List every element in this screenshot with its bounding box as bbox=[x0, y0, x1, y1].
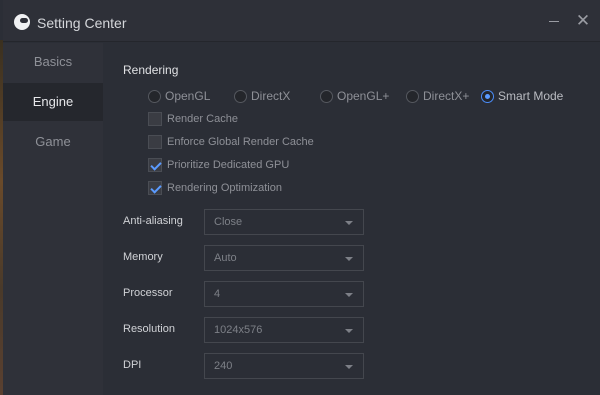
radio-opengl[interactable]: OpenGL bbox=[148, 88, 210, 104]
checkbox-label: Prioritize Dedicated GPU bbox=[167, 159, 290, 171]
processor-label: Processor bbox=[123, 287, 173, 299]
radio-opengl-plus[interactable]: OpenGL+ bbox=[320, 88, 389, 104]
app-logo-icon bbox=[14, 14, 30, 30]
memory-label: Memory bbox=[123, 251, 163, 263]
checkbox[interactable] bbox=[148, 112, 162, 126]
window-title: Setting Center bbox=[37, 15, 127, 31]
radio-label: DirectX+ bbox=[423, 89, 470, 103]
select-value: 1024x576 bbox=[214, 324, 263, 336]
radio-button[interactable] bbox=[234, 89, 247, 103]
anti-aliasing-select[interactable]: Close bbox=[204, 209, 364, 235]
chevron-down-icon bbox=[345, 293, 353, 297]
checkbox[interactable] bbox=[148, 135, 162, 149]
checkbox-label: Rendering Optimization bbox=[167, 182, 282, 194]
minimize-button[interactable] bbox=[544, 11, 564, 31]
radio-label: OpenGL+ bbox=[337, 89, 390, 103]
radio-button[interactable] bbox=[406, 89, 419, 103]
chevron-down-icon bbox=[345, 365, 353, 369]
select-value: Auto bbox=[214, 252, 237, 264]
resolution-select[interactable]: 1024x576 bbox=[204, 317, 364, 343]
anti-aliasing-label: Anti-aliasing bbox=[123, 215, 183, 227]
close-button[interactable]: ✕ bbox=[573, 11, 593, 31]
radio-button[interactable] bbox=[320, 89, 333, 103]
dpi-select[interactable]: 240 bbox=[204, 353, 364, 379]
radio-label: Smart Mode bbox=[498, 89, 564, 103]
radio-button[interactable] bbox=[148, 89, 161, 103]
radio-button-selected[interactable] bbox=[481, 89, 494, 103]
select-value: 240 bbox=[214, 360, 233, 372]
radio-label: DirectX bbox=[251, 89, 291, 103]
title-bar: Setting Center ✕ bbox=[3, 0, 600, 42]
memory-select[interactable]: Auto bbox=[204, 245, 364, 271]
checkbox-label: Enforce Global Render Cache bbox=[167, 136, 314, 148]
chevron-down-icon bbox=[345, 329, 353, 333]
checkbox-prioritize-dedicated-gpu[interactable]: Prioritize Dedicated GPU bbox=[148, 157, 289, 173]
checkbox-enforce-global-render-cache[interactable]: Enforce Global Render Cache bbox=[148, 134, 314, 150]
checkbox-checked[interactable] bbox=[148, 181, 162, 195]
sidebar-item-basics[interactable]: Basics bbox=[3, 43, 103, 81]
engine-panel: Rendering OpenGL DirectX OpenGL+ DirectX… bbox=[103, 43, 600, 395]
checkbox-checked[interactable] bbox=[148, 158, 162, 172]
radio-label: OpenGL bbox=[165, 89, 211, 103]
radio-smart-mode[interactable]: Smart Mode bbox=[481, 88, 563, 104]
settings-window: Setting Center ✕ Basics Engine Game Rend… bbox=[3, 0, 600, 395]
sidebar-item-engine[interactable]: Engine bbox=[3, 83, 103, 121]
processor-select[interactable]: 4 bbox=[204, 281, 364, 307]
sidebar: Basics Engine Game bbox=[3, 43, 103, 395]
sidebar-item-game[interactable]: Game bbox=[3, 123, 103, 161]
chevron-down-icon bbox=[345, 221, 353, 225]
dpi-label: DPI bbox=[123, 359, 142, 371]
select-value: 4 bbox=[214, 288, 221, 300]
rendering-section-label: Rendering bbox=[123, 63, 179, 77]
checkbox-rendering-optimization[interactable]: Rendering Optimization bbox=[148, 180, 282, 196]
checkbox-label: Render Cache bbox=[167, 113, 238, 125]
radio-directx[interactable]: DirectX bbox=[234, 88, 290, 104]
resolution-label: Resolution bbox=[123, 323, 175, 335]
chevron-down-icon bbox=[345, 257, 353, 261]
checkbox-render-cache[interactable]: Render Cache bbox=[148, 111, 238, 127]
radio-directx-plus[interactable]: DirectX+ bbox=[406, 88, 469, 104]
select-value: Close bbox=[214, 216, 243, 228]
